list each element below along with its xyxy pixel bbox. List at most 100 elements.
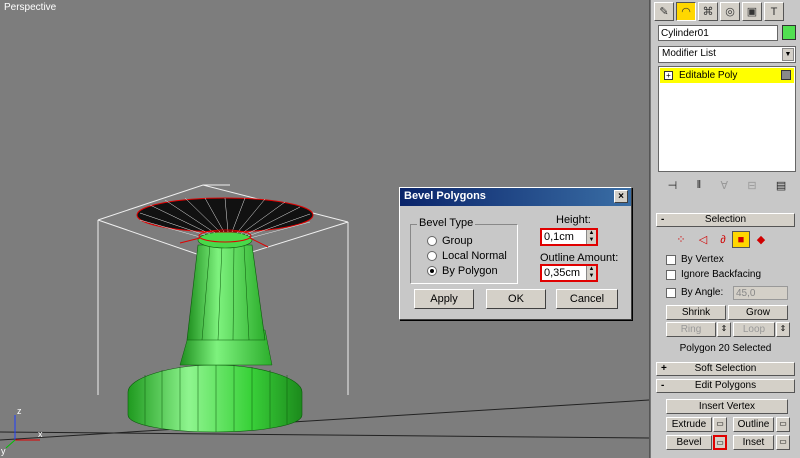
border-level-icon[interactable]: ∂: [714, 231, 732, 248]
radio-dot-icon[interactable]: [427, 251, 437, 261]
stack-toolbar: ⊣ ‖ ∀ ⊟ ▤: [658, 176, 796, 194]
modifier-list-dropdown[interactable]: Modifier List ▼: [658, 46, 796, 63]
remove-modifier-icon[interactable]: ⊟: [747, 179, 756, 192]
radio-label: By Polygon: [442, 265, 498, 277]
display-icon: ▣: [746, 6, 758, 18]
outline-amount-spinner[interactable]: ▲▼: [540, 264, 598, 282]
hierarchy-icon: ⌘: [702, 6, 714, 18]
make-unique-icon[interactable]: ∀: [720, 179, 728, 192]
show-end-result-icon[interactable]: ‖: [697, 179, 702, 191]
bevel-button[interactable]: Bevel: [666, 435, 712, 450]
svg-text:x: x: [38, 429, 43, 439]
utilities-tab[interactable]: T: [764, 2, 784, 21]
angle-threshold-input[interactable]: [733, 286, 788, 300]
rollout-title: Edit Polygons: [694, 380, 757, 391]
configure-modifier-sets-icon[interactable]: ▤: [776, 179, 786, 192]
loop-button[interactable]: Loop: [733, 322, 775, 337]
ignore-backfacing-checkbox[interactable]: Ignore Backfacing: [666, 269, 761, 280]
extrude-settings-icon[interactable]: ▭: [713, 417, 727, 432]
spinner-arrows-icon[interactable]: ▲ ▼: [586, 230, 596, 244]
motion-tab[interactable]: ◎: [720, 2, 740, 21]
outline-button[interactable]: Outline: [733, 417, 774, 432]
checkbox-box[interactable]: [666, 269, 676, 280]
edge-level-icon[interactable]: ◁: [694, 231, 712, 248]
object-name-field[interactable]: [658, 25, 778, 41]
rollout-edit-polygons-header[interactable]: - Edit Polygons: [656, 379, 795, 393]
height-input[interactable]: [542, 230, 586, 244]
height-label: Height:: [556, 214, 591, 226]
radio-local-normal[interactable]: Local Normal: [427, 250, 507, 262]
height-spinner[interactable]: ▲▼: [540, 228, 598, 246]
radio-dot-checked-icon[interactable]: [427, 266, 437, 276]
spinner-arrows-icon[interactable]: ▲ ▼: [586, 266, 596, 280]
radio-group[interactable]: Group: [427, 235, 473, 247]
display-tab[interactable]: ▣: [742, 2, 762, 21]
checkbox-box[interactable]: [666, 287, 676, 298]
grow-button[interactable]: Grow: [728, 305, 788, 320]
insert-vertex-button[interactable]: Insert Vertex: [666, 399, 788, 414]
axis-gizmo: z x y: [1, 406, 43, 456]
by-angle-checkbox[interactable]: By Angle:: [666, 287, 723, 298]
cancel-button[interactable]: Cancel: [556, 289, 618, 309]
object-color-swatch[interactable]: [782, 25, 796, 40]
apply-button[interactable]: Apply: [414, 289, 474, 309]
dialog-titlebar[interactable]: Bevel Polygons ×: [400, 188, 631, 206]
svg-text:z: z: [17, 406, 22, 416]
chevron-down-icon[interactable]: ▼: [782, 48, 794, 61]
rollout-title: Selection: [704, 214, 747, 225]
modifier-list-label: Modifier List: [662, 48, 716, 59]
base-mesh[interactable]: [127, 364, 303, 433]
polygon-level-icon[interactable]: ■: [732, 231, 750, 248]
modifier-stack[interactable]: + Editable Poly: [658, 66, 796, 172]
stack-item-toggle-icon[interactable]: [781, 70, 791, 80]
bevel-polygons-dialog[interactable]: Bevel Polygons × Bevel Type Group Local …: [399, 187, 632, 320]
stack-item-editable-poly[interactable]: + Editable Poly: [660, 68, 794, 83]
outline-amount-label: Outline Amount:: [540, 252, 619, 264]
modify-icon: ◠: [681, 6, 691, 18]
command-panel-tabs: ✎ ◠ ⌘ ◎ ▣ T: [651, 0, 800, 22]
bevel-type-legend: Bevel Type: [417, 217, 476, 229]
loop-spinner-icon[interactable]: ⇕: [776, 322, 790, 337]
bevel-settings-icon[interactable]: ▭: [713, 435, 727, 450]
by-vertex-checkbox[interactable]: By Vertex: [666, 254, 724, 265]
utilities-icon: T: [770, 5, 778, 18]
radio-dot-icon[interactable]: [427, 236, 437, 246]
rollout-title: Soft Selection: [694, 363, 757, 374]
inset-button[interactable]: Inset: [733, 435, 774, 450]
expand-plus-icon[interactable]: +: [664, 71, 673, 80]
vertex-level-icon[interactable]: ⁘: [672, 231, 690, 248]
ring-spinner-icon[interactable]: ⇕: [717, 322, 731, 337]
svg-text:y: y: [1, 446, 6, 456]
inset-settings-icon[interactable]: ▭: [776, 435, 790, 450]
hierarchy-tab[interactable]: ⌘: [698, 2, 718, 21]
stem-mesh[interactable]: [186, 244, 266, 341]
collapse-icon: -: [661, 380, 665, 391]
create-icon: ✎: [659, 6, 669, 18]
selection-status: Polygon 20 Selected: [679, 343, 772, 354]
bevel-type-group: Bevel Type Group Local Normal By Polygon: [410, 217, 518, 284]
rollout-selection-header[interactable]: - Selection: [656, 213, 795, 227]
modify-tab[interactable]: ◠: [676, 2, 696, 21]
dialog-title: Bevel Polygons: [404, 190, 486, 202]
close-icon[interactable]: ×: [614, 190, 628, 203]
checkbox-label: By Vertex: [681, 254, 724, 265]
checkbox-box[interactable]: [666, 254, 676, 265]
checkbox-label: Ignore Backfacing: [681, 269, 762, 280]
shrink-button[interactable]: Shrink: [666, 305, 726, 320]
expand-icon: +: [661, 363, 667, 374]
outline-settings-icon[interactable]: ▭: [776, 417, 790, 432]
pin-stack-icon[interactable]: ⊣: [668, 179, 678, 192]
outline-amount-input[interactable]: [542, 266, 586, 280]
rollout-soft-selection-header[interactable]: + Soft Selection: [656, 362, 795, 376]
ok-button[interactable]: OK: [486, 289, 546, 309]
extrude-button[interactable]: Extrude: [666, 417, 712, 432]
checkbox-label: By Angle:: [681, 287, 724, 298]
radio-label: Group: [442, 235, 473, 247]
ring-button[interactable]: Ring: [666, 322, 716, 337]
create-tab[interactable]: ✎: [654, 2, 674, 21]
element-level-icon[interactable]: ◆: [752, 231, 770, 248]
motion-icon: ◎: [725, 6, 735, 18]
radio-label: Local Normal: [442, 250, 507, 262]
radio-by-polygon[interactable]: By Polygon: [427, 265, 498, 277]
collapse-icon: -: [661, 214, 665, 225]
